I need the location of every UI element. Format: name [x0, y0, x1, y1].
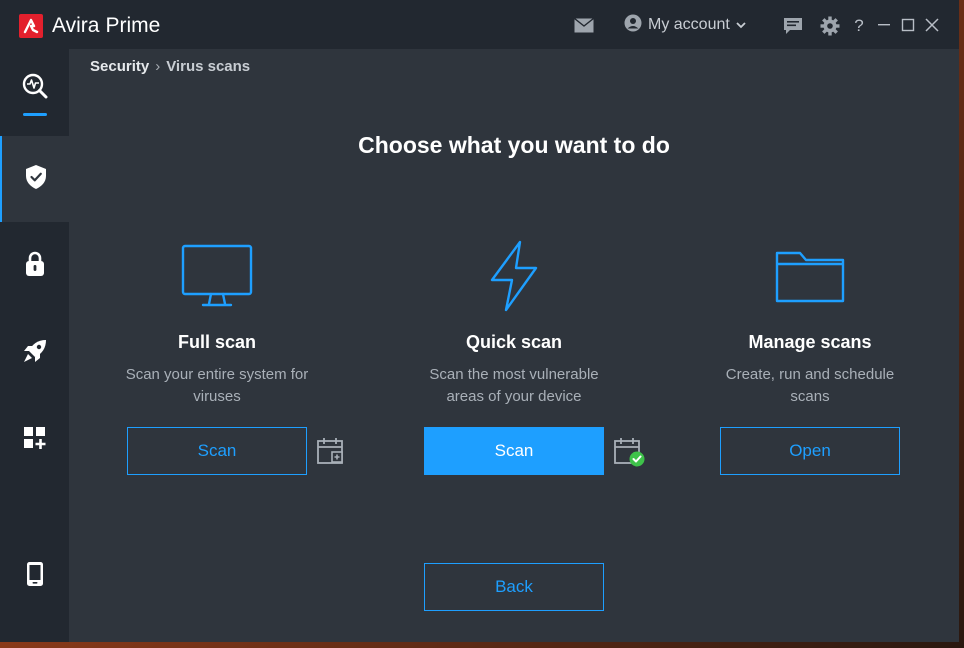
full-scan-card: Full scan Scan your entire system for vi…: [87, 240, 347, 408]
breadcrumb-virus-scans: Virus scans: [166, 58, 251, 75]
quick-scan-title: Quick scan: [465, 332, 563, 352]
product-name: Prime: [105, 14, 161, 37]
monitor-icon: [87, 240, 347, 312]
manage-scans-title: Manage scans: [748, 332, 872, 352]
manage-scans-description: Create, run and schedule scans: [680, 364, 940, 408]
breadcrumb: Security › Virus scans: [90, 58, 250, 75]
mobile-device-icon: [26, 561, 44, 592]
quick-scan-desc-line2: areas of your device: [446, 388, 582, 405]
sidebar-item-security[interactable]: [0, 136, 69, 222]
minimize-button[interactable]: [876, 16, 892, 34]
sidebar-item-status[interactable]: [0, 49, 69, 135]
feedback-icon[interactable]: [782, 16, 804, 36]
sidebar-item-mobile[interactable]: [0, 533, 69, 619]
app-title: Avira Prime: [52, 13, 160, 39]
page-title: Choose what you want to do: [358, 132, 670, 158]
help-button[interactable]: ?: [852, 15, 866, 37]
my-account-label: My account: [648, 16, 730, 33]
add-apps-icon: [23, 426, 47, 455]
my-account-menu[interactable]: My account: [624, 14, 746, 36]
sidebar-item-privacy[interactable]: [0, 223, 69, 309]
quick-scan-description: Scan the most vulnerable areas of your d…: [384, 364, 644, 408]
quick-scan-desc-line1: Scan the most vulnerable: [429, 366, 599, 383]
schedule-full-scan-icon[interactable]: [316, 436, 346, 466]
status-search-icon: [22, 73, 48, 104]
avira-window: Avira Prime My account ? Security › Viru…: [0, 0, 959, 642]
manage-scans-open-button[interactable]: Open: [720, 427, 900, 475]
close-button[interactable]: [924, 16, 940, 34]
scheduled-quick-scan-icon[interactable]: [613, 436, 647, 468]
manage-scans-card: Manage scans Create, run and schedule sc…: [680, 240, 940, 408]
close-icon: [925, 18, 939, 32]
back-button[interactable]: Back: [424, 563, 604, 611]
manage-scans-desc-line1: Create, run and schedule: [725, 366, 895, 383]
folder-icon: [680, 240, 940, 312]
full-scan-desc-line2: viruses: [193, 388, 241, 405]
breadcrumb-security[interactable]: Security: [90, 58, 149, 75]
mail-icon[interactable]: [573, 16, 595, 34]
title-bar: Avira Prime My account ?: [0, 0, 959, 49]
full-scan-button[interactable]: Scan: [127, 427, 307, 475]
breadcrumb-separator: ›: [155, 58, 161, 75]
lightning-icon: [384, 240, 644, 312]
shield-check-icon: [24, 164, 48, 195]
lock-icon: [25, 251, 45, 282]
minimize-icon: [878, 24, 890, 26]
brand-name: Avira: [52, 14, 100, 37]
maximize-button[interactable]: [900, 16, 916, 34]
full-scan-desc-line1: Scan your entire system for: [125, 366, 309, 383]
manage-scans-desc-line2: scans: [790, 388, 830, 405]
sidebar: [0, 49, 69, 642]
sidebar-item-performance[interactable]: [0, 310, 69, 396]
user-icon: [624, 14, 642, 37]
quick-scan-card: Quick scan Scan the most vulnerable area…: [384, 240, 644, 408]
maximize-icon: [901, 18, 915, 32]
sidebar-item-apps[interactable]: [0, 397, 69, 483]
full-scan-description: Scan your entire system for viruses: [87, 364, 347, 408]
avira-logo-icon: [19, 14, 43, 38]
active-indicator: [23, 113, 47, 116]
help-label: ?: [854, 16, 864, 35]
gear-icon[interactable]: [819, 15, 841, 37]
chevron-down-icon: [736, 16, 746, 34]
quick-scan-button[interactable]: Scan: [424, 427, 604, 475]
full-scan-title: Full scan: [177, 332, 257, 352]
rocket-icon: [22, 338, 48, 369]
